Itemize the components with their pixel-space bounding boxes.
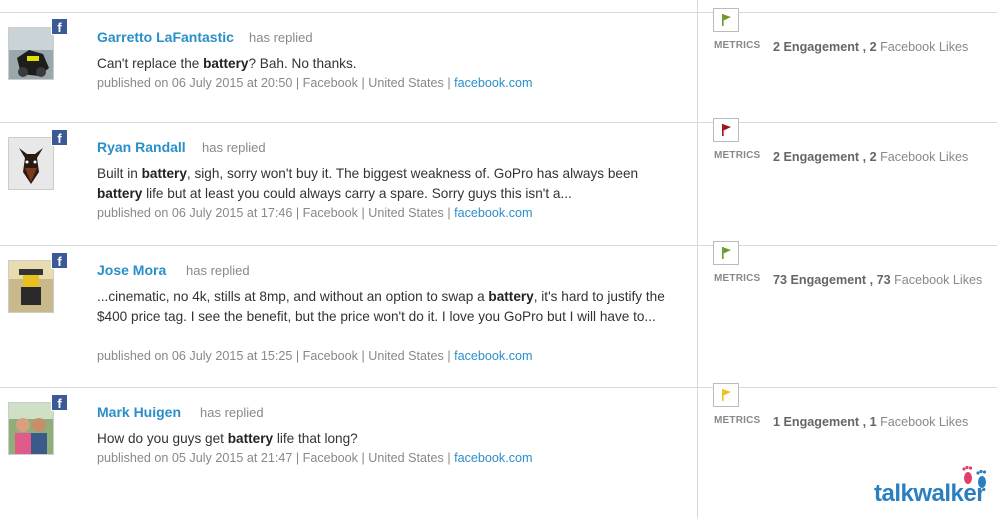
metrics-values: 1 Engagement , 1 Facebook Likes	[773, 415, 969, 429]
footprints-icon	[962, 465, 987, 488]
flag-button[interactable]	[713, 118, 739, 142]
green-flag-icon	[722, 14, 731, 26]
metrics-label: METRICS	[714, 150, 761, 161]
post-text: Built in battery, sigh, sorry won't buy …	[97, 166, 639, 201]
reply-status: has replied	[202, 140, 266, 155]
flag-button[interactable]	[713, 8, 739, 32]
row-divider	[0, 245, 997, 246]
red-flag-icon	[722, 124, 731, 136]
metrics-label: METRICS	[714, 40, 761, 51]
post-meta: published on 06 July 2015 at 15:25 | Fac…	[97, 349, 533, 363]
metrics-values: 73 Engagement , 73 Facebook Likes	[773, 273, 983, 287]
author-name[interactable]: Mark Huigen	[97, 404, 181, 420]
reply-status: has replied	[200, 405, 264, 420]
row-divider	[0, 387, 997, 388]
avatar-image	[9, 403, 53, 454]
source-link[interactable]: facebook.com	[454, 76, 532, 90]
avatar-image	[9, 138, 53, 189]
author-name[interactable]: Garretto LaFantastic	[97, 29, 234, 45]
green-flag-icon	[722, 247, 731, 259]
post-text: ...cinematic, no 4k, stills at 8mp, and …	[97, 289, 665, 324]
flag-button[interactable]	[713, 383, 739, 407]
yellow-flag-icon	[722, 389, 731, 401]
reply-status: has replied	[186, 263, 250, 278]
reply-status: has replied	[249, 30, 313, 45]
post-text: Can't replace the battery? Bah. No thank…	[97, 56, 357, 71]
source-link[interactable]: facebook.com	[454, 451, 532, 465]
post-meta: published on 06 July 2015 at 20:50 | Fac…	[97, 76, 533, 90]
facebook-icon: f	[51, 394, 68, 411]
column-divider	[697, 0, 698, 518]
post-text: How do you guys get battery life that lo…	[97, 431, 358, 446]
facebook-icon: f	[51, 252, 68, 269]
author-name[interactable]: Ryan Randall	[97, 139, 186, 155]
row-divider	[0, 122, 997, 123]
metrics-label: METRICS	[714, 273, 761, 284]
facebook-icon: f	[51, 129, 68, 146]
avatar[interactable]	[8, 260, 54, 313]
metrics-values: 2 Engagement , 2 Facebook Likes	[773, 150, 969, 164]
facebook-icon: f	[51, 18, 68, 35]
source-link[interactable]: facebook.com	[454, 206, 532, 220]
avatar[interactable]	[8, 402, 54, 455]
metrics-values: 2 Engagement , 2 Facebook Likes	[773, 40, 969, 54]
avatar-image	[9, 28, 53, 79]
avatar-image	[9, 261, 53, 312]
source-link[interactable]: facebook.com	[454, 349, 532, 363]
post-meta: published on 05 July 2015 at 21:47 | Fac…	[97, 451, 533, 465]
flag-button[interactable]	[713, 241, 739, 265]
row-divider	[0, 12, 997, 13]
post-meta: published on 06 July 2015 at 17:46 | Fac…	[97, 206, 533, 220]
avatar[interactable]	[8, 27, 54, 80]
avatar[interactable]	[8, 137, 54, 190]
author-name[interactable]: Jose Mora	[97, 262, 166, 278]
metrics-label: METRICS	[714, 415, 761, 426]
